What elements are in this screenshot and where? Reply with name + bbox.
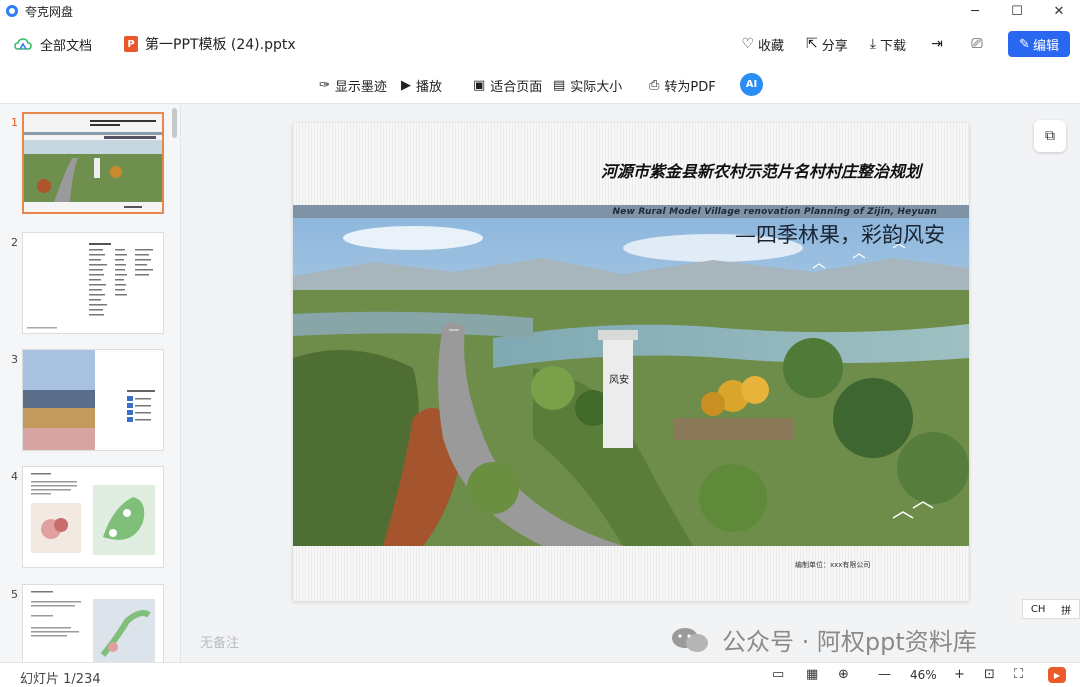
- play-icon: ▶: [401, 78, 411, 93]
- heart-icon: ♡: [741, 36, 755, 52]
- ime-indicator[interactable]: CH 拼: [1022, 599, 1080, 619]
- watermark-text: 公众号 · 阿权ppt资料库: [722, 628, 977, 656]
- actual-size-button[interactable]: ▤ 实际大小: [553, 76, 622, 95]
- thumbnail-image: [22, 232, 164, 334]
- thumbnail-image: [22, 349, 164, 451]
- notes-placeholder[interactable]: 无备注: [200, 632, 239, 651]
- ime-mode: 拼: [1061, 605, 1072, 617]
- app-logo-icon: [6, 5, 18, 17]
- quark-logo-icon[interactable]: ▶: [1048, 667, 1066, 683]
- download-label: 下载: [879, 38, 906, 54]
- slide-english-subtitle: New Rural Model Village renovation Plann…: [612, 207, 937, 217]
- slide-title: 河源市紫金县新农村示范片名村村庄整治规划: [601, 162, 922, 181]
- convert-pdf-label: 转为PDF: [664, 80, 716, 95]
- fit-page-icon: ▣: [473, 78, 486, 93]
- maximize-button[interactable]: ☐: [996, 0, 1038, 22]
- slide-counter: 幻灯片 1/234: [20, 672, 101, 687]
- watermark: 公众号 · 阿权ppt资料库: [670, 622, 977, 657]
- slide-chinese-subtitle: —四季林果，彩韵风安: [735, 223, 945, 247]
- document-header: 全部文档 P 第一PPT模板 (24).pptx ♡ 收藏 ⇱ 分享 ⤓ 下载 …: [0, 22, 1080, 66]
- grid-view-icon[interactable]: ▦: [806, 667, 818, 682]
- slide-sign-text: 风安: [609, 373, 629, 386]
- slide-viewer: 河源市紫金县新农村示范片名村村庄整治规划 New Rural Model Vil…: [182, 104, 1080, 662]
- download-icon: ⤓: [869, 36, 876, 52]
- thumbnail-image: [22, 584, 164, 662]
- wechat-icon: [672, 627, 708, 652]
- document-actions: ♡ 收藏 ⇱ 分享 ⤓ 下载 ⇥ ⎚ ✎ 编辑: [741, 31, 1070, 57]
- fit-page-label: 适合页面: [490, 80, 543, 95]
- fit-page-button[interactable]: ▣ 适合页面: [473, 76, 542, 95]
- thumbnail-image: [22, 112, 164, 214]
- show-ink-button[interactable]: ✑ 显示墨迹: [319, 76, 387, 95]
- fullscreen-icon[interactable]: ⛶: [1014, 667, 1023, 682]
- collect-button[interactable]: ♡ 收藏: [741, 35, 784, 54]
- zoom-in-button[interactable]: +: [954, 667, 965, 682]
- open-external-icon[interactable]: ⇥: [928, 36, 946, 52]
- show-ink-label: 显示墨迹: [334, 80, 387, 95]
- normal-view-icon[interactable]: ▭: [772, 667, 784, 682]
- ai-assistant-button[interactable]: AI: [740, 73, 763, 96]
- view-toolbar: ✑ 显示墨迹 ▶ 播放 ▣ 适合页面 ▤ 实际大小 ⎙ 转为PDF AI: [0, 66, 1080, 104]
- edit-label: 编辑: [1032, 38, 1059, 54]
- thumbnail-number: 1: [11, 116, 18, 129]
- ppt-file-icon: P: [124, 36, 139, 52]
- current-slide: 河源市紫金县新农村示范片名村村庄整治规划 New Rural Model Vil…: [293, 123, 969, 601]
- zoom-out-button[interactable]: —: [878, 667, 891, 682]
- sidebar-scrollbar[interactable]: [172, 108, 177, 138]
- zoom-level: 46%: [910, 668, 937, 682]
- collect-label: 收藏: [758, 38, 785, 54]
- window-controls: ─ ☐ ✕: [954, 0, 1080, 22]
- thumbnail-number: 3: [11, 353, 18, 366]
- comment-icon[interactable]: ⎚: [968, 36, 986, 52]
- share-button[interactable]: ⇱ 分享: [806, 35, 848, 54]
- all-documents-link[interactable]: 全部文档: [40, 35, 92, 54]
- slide-panel-icon[interactable]: ⧉: [1034, 120, 1066, 152]
- share-icon: ⇱: [806, 36, 818, 52]
- thumbnail-image: [22, 466, 164, 568]
- minimize-button[interactable]: ─: [954, 0, 996, 22]
- download-button[interactable]: ⤓ 下载: [870, 35, 906, 54]
- pencil-icon: ✎: [1019, 36, 1030, 52]
- thumbnail-number: 4: [11, 470, 18, 483]
- play-button[interactable]: ▶ 播放: [401, 76, 442, 95]
- thumbnail-number: 2: [11, 236, 18, 249]
- play-label: 播放: [416, 80, 443, 95]
- slide-credit: 编制单位：xxx有限公司: [795, 561, 871, 569]
- app-name: 夸克网盘: [25, 4, 74, 19]
- thumbnail-number: 5: [11, 588, 18, 601]
- actual-size-icon: ▤: [553, 78, 566, 93]
- share-label: 分享: [821, 38, 848, 54]
- ime-lang: CH: [1030, 603, 1046, 615]
- title-bar: 夸克网盘 ─ ☐ ✕: [0, 0, 1080, 22]
- status-bar: 幻灯片 1/234 ▭ ▦ ⊕ — 46% + ⊡ ⛶ ▶: [0, 662, 1080, 687]
- aerial-village-image: 风安: [293, 218, 969, 546]
- document-title: 第一PPT模板 (24).pptx: [145, 37, 296, 53]
- slide-thumbnail-panel: 1 2 3 4 5: [0, 104, 181, 662]
- convert-pdf-button[interactable]: ⎙ 转为PDF: [649, 76, 716, 95]
- close-button[interactable]: ✕: [1038, 0, 1080, 22]
- edit-button[interactable]: ✎ 编辑: [1008, 31, 1070, 57]
- pdf-icon: ⎙: [649, 78, 660, 93]
- fit-screen-icon[interactable]: ⊡: [984, 667, 995, 682]
- globe-icon[interactable]: ⊕: [838, 667, 849, 682]
- brush-icon: ✑: [319, 78, 330, 93]
- actual-size-label: 实际大小: [570, 80, 623, 95]
- cloud-icon: [14, 38, 32, 50]
